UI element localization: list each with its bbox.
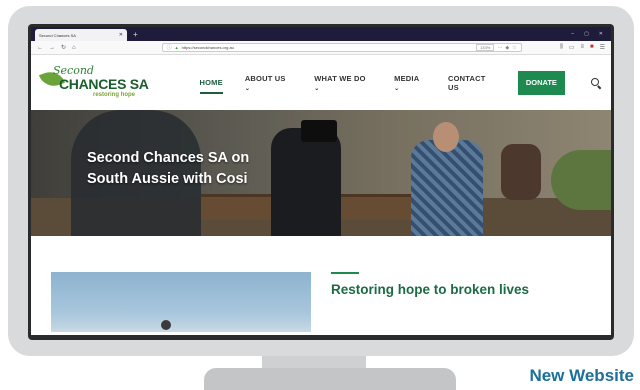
close-window-icon[interactable]: ✕: [599, 31, 603, 37]
extension-icon[interactable]: ■: [590, 44, 594, 51]
nav-label: MEDIA: [394, 73, 420, 83]
nav-item-what-we-do[interactable]: WHAT WE DO ⌄: [314, 70, 372, 96]
monitor-stand-neck: [262, 356, 366, 368]
nav-label: CONTACT US: [447, 73, 486, 92]
stage: Second Chances SA ✕ + – ▢ ✕ ← → ↻ ⌂ ⓘ ▲ …: [0, 0, 640, 390]
nav-label: ABOUT US: [244, 73, 286, 83]
address-bar[interactable]: ⓘ ▲ https://secondchances.org.au 133% ··…: [161, 43, 522, 52]
content-image: [51, 272, 311, 332]
nav-item-media[interactable]: MEDIA ⌄: [394, 70, 426, 96]
main-nav: HOME ABOUT US ⌄ WHAT WE DO ⌄ MEDIA ⌄ CON…: [199, 70, 498, 96]
lock-icon: ▲: [174, 45, 179, 50]
tab-title: Second Chances SA: [39, 32, 76, 38]
nav-item-home[interactable]: HOME: [199, 74, 224, 94]
menu-icon[interactable]: ☰: [600, 44, 605, 51]
nav-item-contact-us[interactable]: CONTACT US: [448, 70, 498, 96]
caption-text: New Website: [529, 366, 634, 385]
chevron-down-icon: ⌄: [394, 85, 400, 92]
donate-button[interactable]: DONATE: [517, 70, 566, 95]
monitor-stand-base: [204, 368, 456, 390]
browser-tab[interactable]: Second Chances SA ✕: [35, 29, 127, 41]
page-actions-icon[interactable]: ···: [497, 45, 502, 51]
browser-toolbar-icons: ⫼ ▭ ≡ ■ ☰: [560, 44, 605, 51]
logo-tagline: restoring hope: [93, 91, 136, 98]
forward-icon[interactable]: →: [49, 45, 55, 51]
browser-tabbar: Second Chances SA ✕ + – ▢ ✕: [31, 27, 611, 41]
image-silhouette: [161, 320, 171, 330]
browser-navbar: ← → ↻ ⌂ ⓘ ▲ https://secondchances.org.au…: [31, 41, 611, 55]
nav-label: HOME: [199, 78, 223, 87]
heading-accent-rule: [331, 272, 359, 274]
chevron-down-icon: ⌄: [314, 85, 320, 92]
new-tab-icon[interactable]: +: [133, 30, 138, 39]
minimize-icon[interactable]: –: [571, 31, 574, 37]
reader-icon[interactable]: ≡: [580, 44, 584, 51]
content-section: Restoring hope to broken lives: [31, 236, 611, 335]
hero-title[interactable]: Second Chances SA on South Aussie with C…: [87, 148, 287, 190]
logo-main: CHANCES SA: [59, 75, 149, 92]
browser-window: Second Chances SA ✕ + – ▢ ✕ ← → ↻ ⌂ ⓘ ▲ …: [31, 27, 611, 335]
nav-item-about-us[interactable]: ABOUT US ⌄: [245, 70, 292, 96]
bookmark-star-icon[interactable]: ☆: [512, 45, 516, 51]
info-icon[interactable]: ⓘ: [167, 44, 172, 51]
reload-icon[interactable]: ↻: [61, 44, 66, 51]
monitor-bezel: Second Chances SA ✕ + – ▢ ✕ ← → ↻ ⌂ ⓘ ▲ …: [28, 24, 614, 340]
search-icon[interactable]: [591, 77, 601, 88]
zoom-level[interactable]: 133%: [476, 44, 495, 51]
section-heading: Restoring hope to broken lives: [331, 282, 530, 297]
tab-close-icon[interactable]: ✕: [119, 32, 123, 38]
home-icon[interactable]: ⌂: [72, 45, 76, 51]
pocket-icon[interactable]: ◆: [505, 45, 509, 51]
window-controls: – ▢ ✕: [571, 31, 607, 37]
site-header: Second CHANCES SA restoring hope HOME AB…: [31, 55, 611, 110]
maximize-icon[interactable]: ▢: [584, 31, 589, 37]
library-icon[interactable]: ⫼: [560, 44, 563, 51]
site-logo[interactable]: Second CHANCES SA restoring hope: [38, 63, 170, 103]
monitor-frame: Second Chances SA ✕ + – ▢ ✕ ← → ↻ ⌂ ⓘ ▲ …: [8, 6, 634, 356]
nav-label: WHAT WE DO: [314, 73, 366, 83]
hero-banner[interactable]: Second Chances SA on South Aussie with C…: [31, 110, 611, 236]
url-text: https://secondchances.org.au: [181, 45, 234, 50]
back-icon[interactable]: ←: [37, 45, 43, 51]
chevron-down-icon: ⌄: [244, 85, 251, 92]
sidebar-icon[interactable]: ▭: [569, 44, 575, 51]
